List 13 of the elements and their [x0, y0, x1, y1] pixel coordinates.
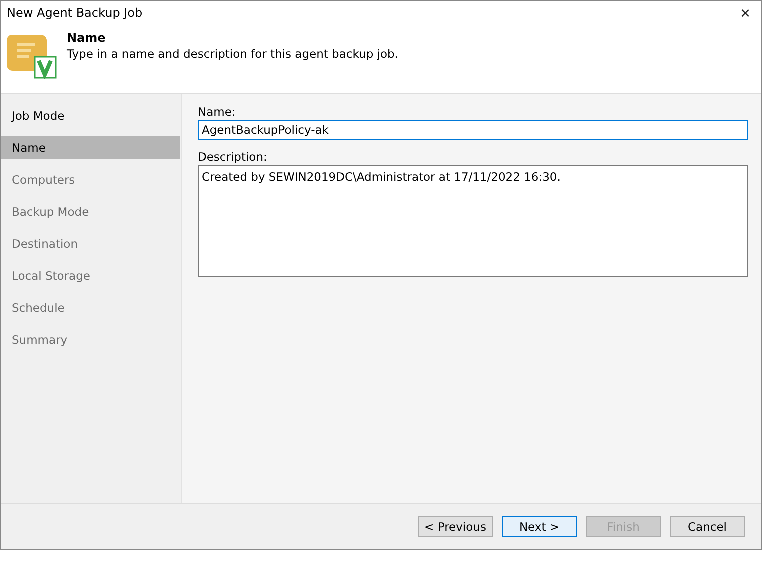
window-title: New Agent Backup Job	[7, 6, 143, 20]
page-subtitle: Type in a name and description for this agent backup job.	[67, 47, 398, 61]
description-label: Description:	[198, 150, 268, 164]
wizard-button[interactable]: Cancel	[670, 516, 745, 537]
page-title: Name	[67, 31, 107, 45]
name-label: Name:	[198, 105, 237, 119]
close-button[interactable]: ✕	[740, 6, 751, 20]
wizard-step[interactable]: Job Mode	[1, 104, 180, 127]
wizard-button[interactable]: < Previous	[418, 516, 493, 537]
description-field[interactable]: Created by SEWIN2019DC\Administrator at 17/11/2022 16:30.	[198, 165, 748, 277]
wizard-button[interactable]: Next >	[502, 516, 577, 537]
wizard-step[interactable]: Name	[1, 136, 180, 159]
name-field[interactable]: AgentBackupPolicy-ak	[198, 120, 748, 140]
